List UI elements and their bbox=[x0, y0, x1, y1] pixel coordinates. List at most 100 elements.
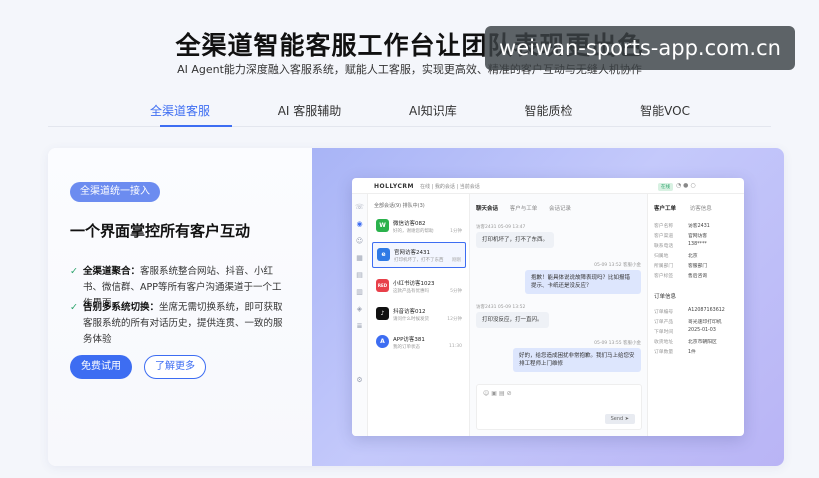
wechat-icon: W bbox=[376, 219, 389, 232]
nav-rail: ☏ ◉ ☺ ▦ ▤ ▥ ◈ ≣ ⚙ bbox=[352, 194, 368, 436]
power-icon[interactable]: ○ bbox=[690, 182, 695, 189]
message-meta: 访客2431 05-09 13:47 bbox=[476, 225, 526, 230]
message-bubble: 打印机坏了，打不了东西。 bbox=[476, 232, 555, 248]
learn-more-button[interactable]: 了解更多 bbox=[144, 355, 206, 379]
conversation-time: 1分钟 bbox=[450, 229, 462, 234]
conversation-name: 微信访客082 bbox=[393, 221, 426, 227]
feature-heading: 一个界面掌控所有客户互动 bbox=[70, 222, 251, 240]
tag-icon[interactable]: ◈ bbox=[352, 305, 367, 313]
active-tab-indicator bbox=[160, 125, 232, 127]
message-meta: 05-09 13:55 客服小金 bbox=[594, 341, 641, 346]
order-section-title: 订单信息 bbox=[654, 294, 677, 300]
list-icon[interactable]: ≣ bbox=[352, 322, 367, 330]
conversation-preview: 好的，谢谢您的帮助 bbox=[393, 229, 434, 234]
image-icon[interactable]: ▣ bbox=[491, 390, 499, 397]
list-header: 全部会话(9) 排队中(3) bbox=[374, 203, 425, 209]
list-item[interactable]: A APP访客381 我的订单状态 11:30 bbox=[372, 330, 466, 356]
send-icon: ➤ bbox=[624, 416, 629, 422]
tab-ai-assist[interactable]: AI 客服辅助 bbox=[278, 102, 342, 126]
user-icon[interactable]: ☺ bbox=[352, 237, 367, 245]
product-preview: HOLLYCRM 在线 | 我的会话 | 当前会话 在线 ◔ ● ○ ☏ ◉ ☺… bbox=[312, 148, 784, 466]
field-row: 订单编号 A12087163612 bbox=[654, 308, 725, 315]
free-trial-button[interactable]: 免费试用 bbox=[70, 355, 132, 379]
feature-tabs: 全渠道客服 AI 客服辅助 AI知识库 智能质检 智能VOC bbox=[150, 102, 690, 126]
conversation-time: 12分钟 bbox=[447, 317, 462, 322]
tab-customer-ticket[interactable]: 客户与工单 bbox=[510, 206, 538, 212]
top-actions: ◔ ● ○ bbox=[676, 182, 696, 189]
conversation-preview: 打印机坏了，打不了东西 bbox=[394, 258, 444, 263]
field-row: 客户名称 访客2431 bbox=[654, 224, 710, 229]
app-window: HOLLYCRM 在线 | 我的会话 | 当前会话 在线 ◔ ● ○ ☏ ◉ ☺… bbox=[352, 178, 744, 436]
watermark: weiwan-sports-app.com.cn bbox=[485, 26, 795, 70]
field-row: 订单产品 哥光速印打印机 bbox=[654, 320, 722, 325]
field-row: 归属地 北京 bbox=[654, 254, 698, 259]
feature-point-title: 告别多系统切换： bbox=[83, 302, 160, 313]
tab-omnichannel[interactable]: 全渠道客服 bbox=[150, 102, 210, 126]
check-icon: ✓ bbox=[70, 266, 78, 277]
conversation-preview: 请问什么时候发货 bbox=[393, 317, 429, 322]
chart-icon[interactable]: ▥ bbox=[352, 288, 367, 296]
message-bubble: 抱歉！能具体说说故障表现吗？比如报错提示、卡纸还是没反应？ bbox=[525, 270, 641, 294]
tab-history[interactable]: 会话记录 bbox=[549, 206, 571, 212]
xiaohongshu-icon: RED bbox=[376, 279, 389, 292]
tab-ai-knowledge[interactable]: AI知识库 bbox=[409, 102, 457, 126]
send-button[interactable]: Send ➤ bbox=[604, 414, 635, 424]
field-row: 客户渠道 官网访客 bbox=[654, 234, 708, 239]
conversation-time: 5分钟 bbox=[450, 289, 462, 294]
send-label: Send bbox=[610, 416, 624, 422]
bell-icon[interactable]: ◔ bbox=[676, 182, 681, 189]
file-icon[interactable]: ▤ bbox=[499, 390, 507, 397]
conversation-time: 刚刚 bbox=[452, 258, 461, 263]
field-row: 联系电话 138**** bbox=[654, 242, 707, 249]
tab-visitor-info[interactable]: 访客信息 bbox=[690, 206, 712, 212]
conversation-name: 小红书访客1023 bbox=[393, 281, 435, 287]
conversation-name: 官网访客2431 bbox=[394, 250, 430, 256]
tab-customer-order[interactable]: 客户工单 bbox=[654, 206, 676, 212]
conversation-preview: 我的订单状态 bbox=[393, 345, 420, 350]
list-item[interactable]: ♪ 抖音访客012 请问什么时候发货 12分钟 bbox=[372, 302, 466, 328]
message-bubble: 打印没反应，打一直闪。 bbox=[476, 312, 549, 328]
conversation-name: 抖音访客012 bbox=[393, 309, 426, 315]
app-icon: A bbox=[376, 335, 389, 348]
field-row: 收货地址 北京市朝阳区 bbox=[654, 340, 717, 345]
avatar[interactable]: ● bbox=[683, 182, 688, 189]
message-meta: 05-09 13:52 客服小金 bbox=[594, 263, 641, 268]
conversation-time: 11:30 bbox=[449, 344, 462, 349]
list-item[interactable]: W 微信访客082 好的，谢谢您的帮助 1分钟 bbox=[372, 214, 466, 240]
feature-badge: 全渠道统一接入 bbox=[70, 182, 160, 202]
tiktok-icon: ♪ bbox=[376, 307, 389, 320]
doc-icon[interactable]: ▤ bbox=[352, 271, 367, 279]
app-logo: HOLLYCRM bbox=[374, 183, 414, 190]
panel-tabs: 客户工单 访客信息 bbox=[654, 204, 712, 212]
breadcrumb: 在线 | 我的会话 | 当前会话 bbox=[420, 184, 480, 190]
chat-panel: 聊天会话 客户与工单 会话记录 访客2431 05-09 13:47 打印机坏了… bbox=[470, 194, 648, 436]
tab-voc[interactable]: 智能VOC bbox=[640, 102, 690, 126]
tab-divider bbox=[48, 126, 771, 127]
clip-icon[interactable]: ⊘ bbox=[507, 390, 514, 397]
list-item[interactable]: RED 小红书访客1023 这款产品有优惠吗 5分钟 bbox=[372, 274, 466, 300]
feature-point: ✓ 告别多系统切换：坐席无需切换系统，即可获取客服系统的所有对话历史，提供连贯、… bbox=[70, 300, 290, 348]
list-item[interactable]: e 官网访客2431 打印机坏了，打不了东西 刚刚 bbox=[372, 242, 466, 268]
settings-icon[interactable]: ⚙ bbox=[352, 376, 367, 384]
conversation-preview: 这款产品有优惠吗 bbox=[393, 289, 429, 294]
tab-chat[interactable]: 聊天会话 bbox=[476, 206, 498, 212]
check-icon: ✓ bbox=[70, 302, 78, 313]
field-row: 下单时间 2025-01-03 bbox=[654, 328, 716, 335]
feature-intro: 全渠道统一接入 一个界面掌控所有客户互动 ✓ 全渠道聚合：客服系统整合网站、抖音… bbox=[48, 148, 312, 466]
field-row: 客户标签 售后咨询 bbox=[654, 274, 708, 279]
grid-icon[interactable]: ▦ bbox=[352, 254, 367, 262]
field-row: 订单数量 1件 bbox=[654, 350, 696, 355]
feature-point-title: 全渠道聚合： bbox=[83, 266, 141, 277]
phone-icon[interactable]: ☏ bbox=[352, 203, 367, 211]
status-badge: 在线 bbox=[658, 183, 673, 191]
feature-card: 全渠道统一接入 一个界面掌控所有客户互动 ✓ 全渠道聚合：客服系统整合网站、抖音… bbox=[48, 148, 784, 466]
field-row: 所属部门 客服部门 bbox=[654, 264, 708, 269]
tab-quality[interactable]: 智能质检 bbox=[524, 102, 572, 126]
customer-panel: 客户工单 访客信息 客户名称 访客2431 客户渠道 官网访客 联系电话 138***… bbox=[648, 194, 744, 436]
chat-icon[interactable]: ◉ bbox=[352, 220, 367, 228]
chat-tabs: 聊天会话 客户与工单 会话记录 bbox=[476, 204, 581, 212]
message-composer[interactable]: ☺▣▤⊘ Send ➤ bbox=[476, 384, 642, 430]
app-topbar: HOLLYCRM 在线 | 我的会话 | 当前会话 在线 ◔ ● ○ bbox=[352, 178, 744, 194]
message-meta: 访客2431 05-09 13:52 bbox=[476, 305, 526, 310]
ie-icon: e bbox=[377, 248, 390, 261]
